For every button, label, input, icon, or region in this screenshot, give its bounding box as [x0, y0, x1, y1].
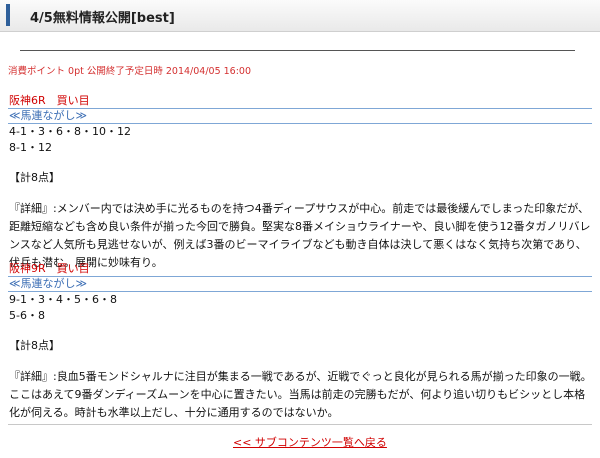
race-section-hanshin9r: 阪神9R 買い目 ≪馬連ながし≫ 9-1・3・4・5・6・8 5-6・8 【計8…: [8, 262, 592, 422]
points-total: 【計8点】: [9, 339, 60, 352]
title-bar: 4/5無料情報公開[best]: [0, 0, 600, 32]
bet-line: 5-6・8: [9, 309, 45, 322]
bet-line: 8-1・12: [9, 141, 52, 154]
points-total: 【計8点】: [9, 171, 60, 184]
race-detail: 『詳細』:良血5番モンドシャルナに注目が集まる一戦であるが、近戦でぐっと良化が見…: [9, 370, 592, 419]
publish-meta: 消費ポイント 0pt 公開終了予定日時 2014/04/05 16:00: [8, 66, 252, 77]
bet-type: ≪馬連ながし≫: [8, 277, 592, 292]
page-title: 4/5無料情報公開[best]: [30, 11, 175, 26]
race-heading: 阪神9R 買い目: [8, 262, 592, 277]
divider-bottom: [8, 424, 592, 425]
race-heading: 阪神6R 買い目: [8, 94, 592, 109]
back-to-subcontents-link[interactable]: << サブコンテンツ一覧へ戻る: [233, 434, 387, 450]
bet-type: ≪馬連ながし≫: [8, 109, 592, 124]
title-accent-bar: [6, 4, 10, 26]
race-section-hanshin6r: 阪神6R 買い目 ≪馬連ながし≫ 4-1・3・6・8・10・12 8-1・12 …: [8, 94, 592, 272]
bet-line: 9-1・3・4・5・6・8: [9, 293, 117, 306]
bet-line: 4-1・3・6・8・10・12: [9, 125, 131, 138]
divider-top: [20, 50, 575, 51]
